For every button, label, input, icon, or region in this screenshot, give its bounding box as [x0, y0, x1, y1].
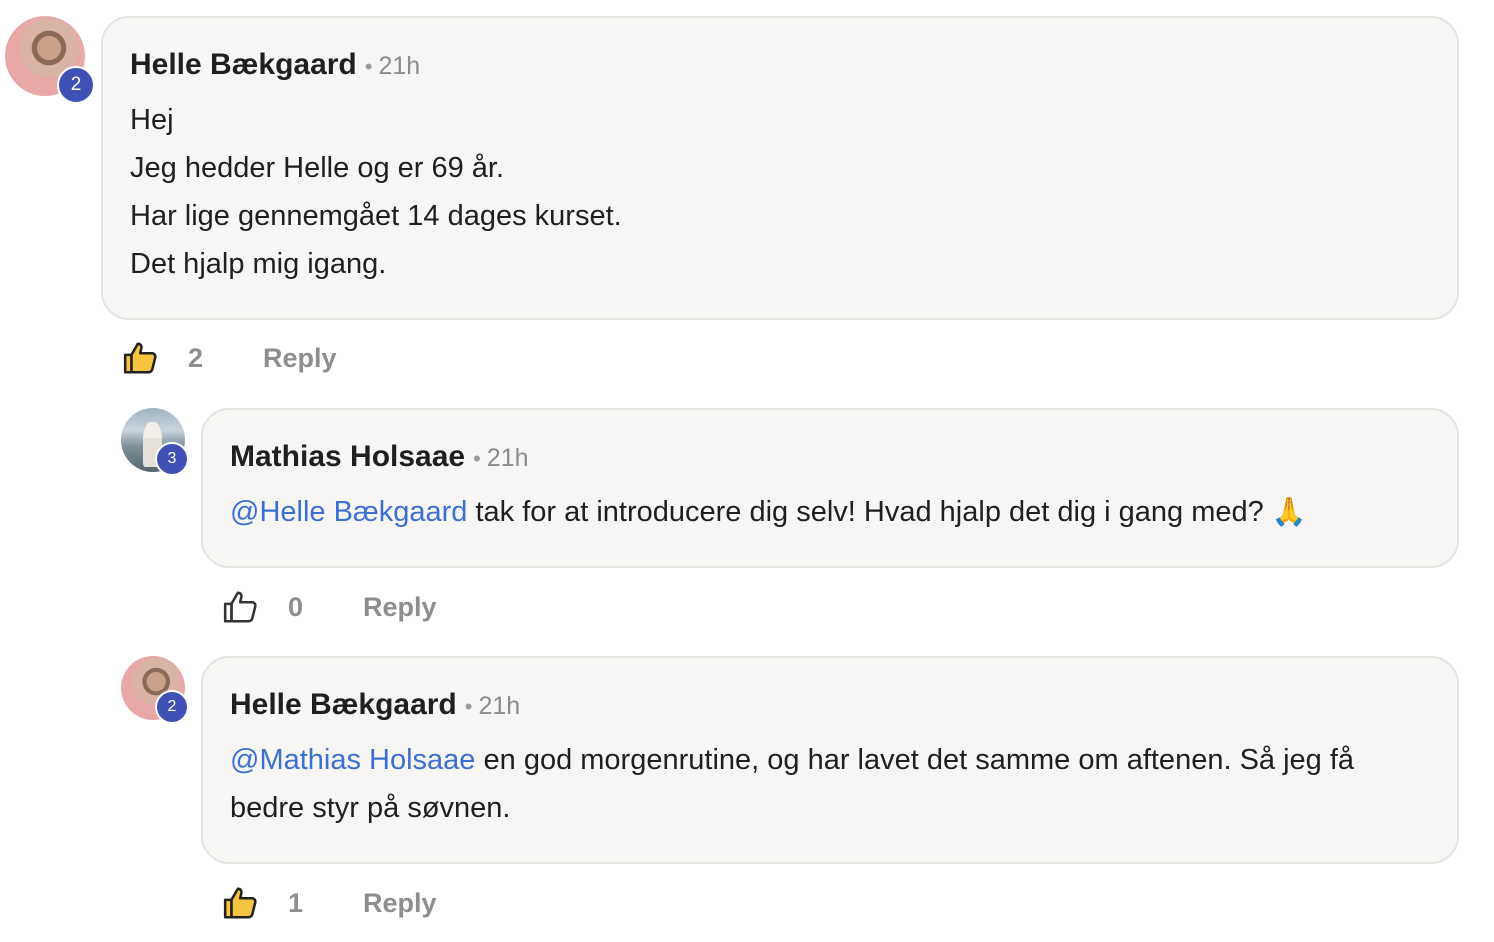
reply-button[interactable]: Reply: [363, 888, 437, 919]
comment-actions: 1 Reply: [222, 884, 437, 922]
like-count: 1: [288, 887, 304, 918]
timestamp: 21h: [478, 692, 521, 720]
comment-text: Hej Jeg hedder Helle og er 69 år. Har li…: [130, 96, 622, 288]
level-badge: 2: [57, 66, 95, 104]
comment-line: Det hjalp mig igang.: [130, 248, 387, 280]
thumbs-up-icon[interactable]: [222, 884, 260, 922]
comment-text: @Mathias Holsaae en god morgenrutine, og…: [230, 736, 1435, 832]
comment-actions: 2 Reply: [122, 339, 337, 377]
separator-dot: •: [364, 54, 373, 79]
reply-button[interactable]: Reply: [263, 343, 337, 374]
author-name[interactable]: Mathias Holsaae: [230, 440, 465, 474]
level-badge: 3: [155, 442, 189, 476]
separator-dot: •: [464, 694, 473, 719]
like-count: 2: [188, 342, 204, 373]
reply-button[interactable]: Reply: [363, 592, 437, 623]
like-count: 0: [288, 591, 304, 622]
comment-bubble: Mathias Holsaae • 21h @Helle Bækgaard ta…: [201, 408, 1459, 568]
separator-dot: •: [473, 446, 481, 471]
comment-text: @Helle Bækgaard tak for at introducere d…: [230, 488, 1430, 536]
comment-bubble: Helle Bækgaard • 21h Hej Jeg hedder Hell…: [101, 16, 1459, 320]
author-name[interactable]: Helle Bækgaard: [130, 48, 357, 82]
thumbs-up-icon[interactable]: [222, 588, 260, 626]
comment-line: Har lige gennemgået 14 dages kurset.: [130, 200, 622, 232]
timestamp: 21h: [378, 52, 421, 80]
author-name[interactable]: Helle Bækgaard: [230, 688, 457, 722]
comment-line: Jeg hedder Helle og er 69 år.: [130, 152, 505, 184]
comment-content: tak for at introducere dig selv! Hvad hj…: [467, 496, 1272, 528]
avatar-wrap[interactable]: 2: [5, 16, 95, 106]
comment-actions: 0 Reply: [222, 588, 437, 626]
level-badge: 2: [155, 690, 189, 724]
avatar-wrap[interactable]: 2: [121, 656, 191, 726]
user-mention[interactable]: @Helle Bækgaard: [230, 496, 467, 528]
praying-hands-emoji: 🙏: [1271, 496, 1307, 527]
comment-line: Hej: [130, 104, 174, 136]
thumbs-up-icon[interactable]: [122, 339, 160, 377]
timestamp: 21h: [486, 444, 529, 472]
avatar-wrap[interactable]: 3: [121, 408, 191, 478]
user-mention[interactable]: @Mathias Holsaae: [230, 744, 475, 776]
comment-bubble: Helle Bækgaard • 21h @Mathias Holsaae en…: [201, 656, 1459, 864]
